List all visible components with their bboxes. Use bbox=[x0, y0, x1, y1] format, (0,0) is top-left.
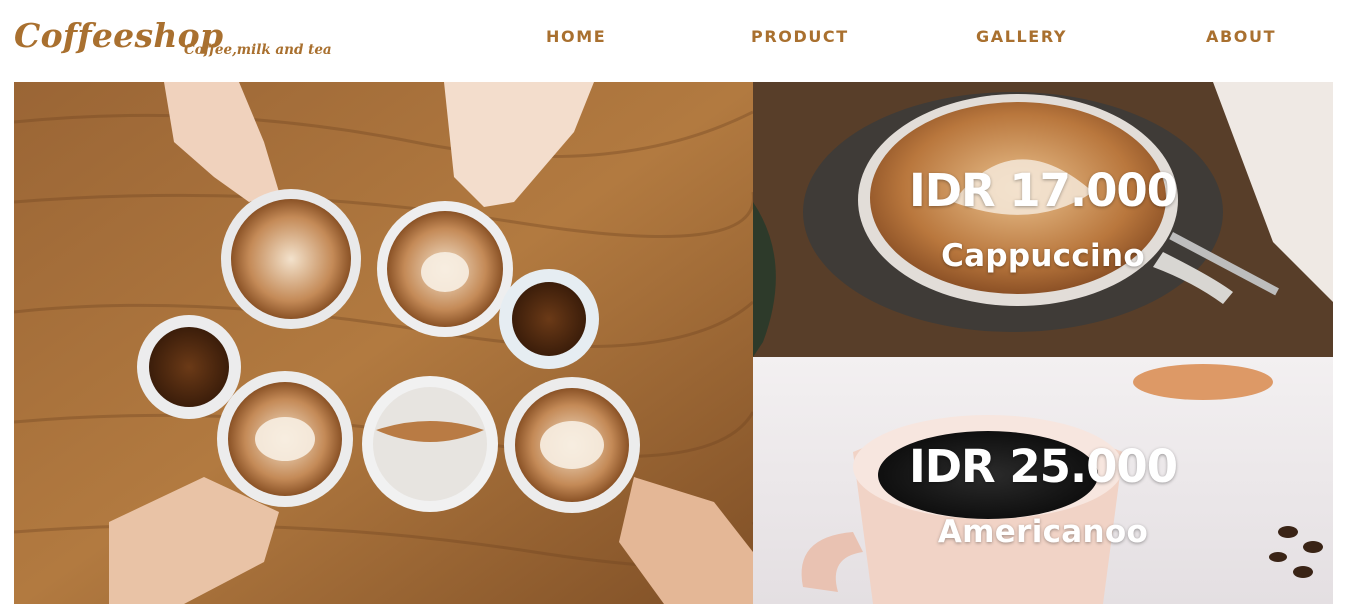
hero-coffee-cups-image bbox=[14, 82, 753, 604]
nav-gallery-link[interactable]: GALLERY bbox=[976, 27, 1067, 46]
product-name: Cappuccino bbox=[941, 238, 1145, 274]
main-nav: HOME PRODUCT GALLERY ABOUT bbox=[0, 27, 1351, 47]
site-header: Coffeeshop Coffee,milk and tea HOME PROD… bbox=[0, 0, 1351, 82]
nav-about-link[interactable]: ABOUT bbox=[1206, 27, 1276, 46]
product-price: IDR 25.000 bbox=[908, 440, 1178, 493]
product-name: Americanoo bbox=[937, 514, 1149, 550]
product-card-cappuccino[interactable]: IDR 17.000 Cappuccino bbox=[753, 82, 1333, 357]
product-card-americano[interactable]: IDR 25.000 Americanoo bbox=[753, 357, 1333, 604]
nav-product-link[interactable]: PRODUCT bbox=[751, 27, 849, 46]
product-price: IDR 17.000 bbox=[908, 164, 1178, 217]
cappuccino-image bbox=[753, 82, 1333, 357]
nav-home-link[interactable]: HOME bbox=[546, 27, 606, 46]
hero-illustration bbox=[14, 82, 753, 604]
